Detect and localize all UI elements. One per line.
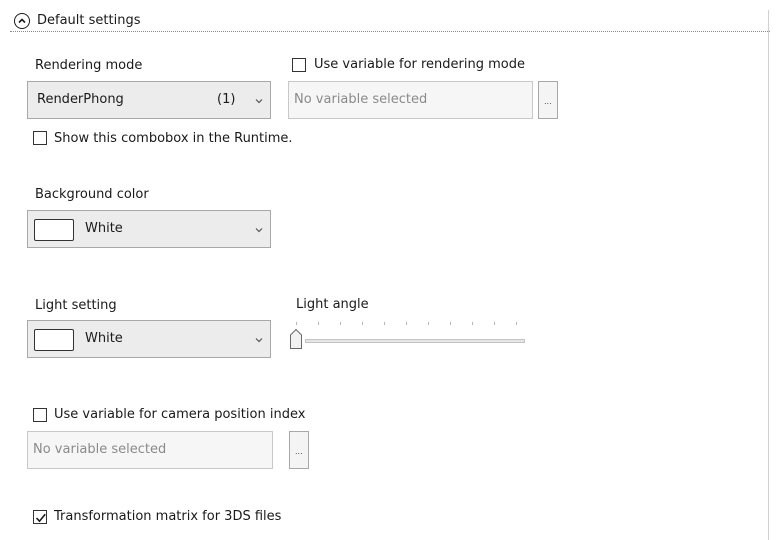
slider-tick [318, 322, 319, 325]
collapse-chevron-up-icon[interactable] [14, 13, 30, 29]
light-setting-label: Light setting [35, 298, 117, 313]
slider-tick [340, 322, 341, 325]
transformation-matrix-checkbox[interactable] [33, 510, 47, 524]
section-header-default-settings[interactable]: Default settings [10, 10, 770, 32]
rendering-mode-label: Rendering mode [35, 58, 143, 73]
light-angle-label: Light angle [296, 297, 369, 312]
slider-tick [296, 322, 297, 325]
background-color-swatch [34, 219, 74, 241]
background-color-label: Background color [35, 187, 149, 202]
use-variable-camera-label: Use variable for camera position index [54, 407, 306, 422]
show-in-runtime-label: Show this combobox in the Runtime. [54, 131, 293, 146]
rendering-variable-placeholder: No variable selected [294, 92, 428, 107]
slider-tick [384, 322, 385, 325]
slider-tick [362, 322, 363, 325]
chevron-down-icon [255, 228, 263, 233]
rendering-mode-value: RenderPhong [37, 92, 124, 107]
transformation-matrix-label: Transformation matrix for 3DS files [54, 509, 282, 524]
browse-ellipsis: ... [295, 447, 303, 456]
rendering-mode-combobox[interactable]: RenderPhong (1) [27, 81, 271, 119]
rendering-mode-index: (1) [217, 92, 236, 107]
camera-variable-field[interactable]: No variable selected [27, 431, 273, 469]
chevron-down-icon [255, 99, 263, 104]
browse-ellipsis: ... [544, 97, 552, 106]
slider-tick [494, 322, 495, 325]
use-variable-camera-checkbox[interactable] [33, 408, 47, 422]
camera-variable-browse-button[interactable]: ... [289, 431, 309, 469]
section-title: Default settings [37, 13, 141, 28]
light-angle-slider-track[interactable] [305, 339, 525, 343]
rendering-variable-field[interactable]: No variable selected [288, 81, 533, 119]
slider-tick [406, 322, 407, 325]
camera-variable-placeholder: No variable selected [33, 442, 167, 457]
slider-tick [450, 322, 451, 325]
light-setting-combobox[interactable]: White [27, 320, 271, 358]
slider-tick [472, 322, 473, 325]
show-in-runtime-checkbox[interactable] [33, 131, 47, 145]
light-color-swatch [34, 329, 74, 351]
slider-tick [516, 322, 517, 325]
rendering-variable-browse-button[interactable]: ... [538, 81, 558, 119]
light-angle-slider-thumb[interactable] [289, 328, 303, 350]
checkmark-icon [35, 513, 46, 523]
background-color-combobox[interactable]: White [27, 210, 271, 248]
use-variable-rendering-checkbox[interactable] [292, 58, 306, 72]
chevron-down-icon [255, 338, 263, 343]
light-setting-value: White [85, 331, 123, 346]
use-variable-rendering-label: Use variable for rendering mode [314, 57, 525, 72]
slider-tick [428, 322, 429, 325]
background-color-value: White [85, 221, 123, 236]
panel-border [768, 10, 769, 540]
